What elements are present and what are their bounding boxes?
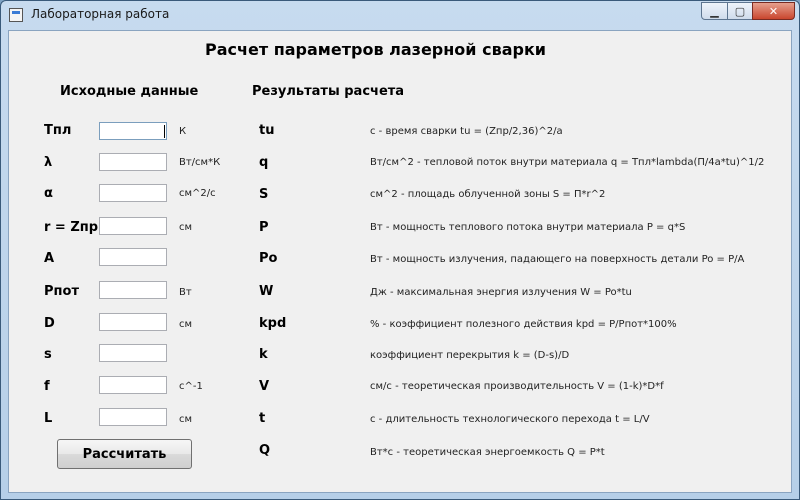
app-window: Лабораторная работа ▁ ▢ ✕ Расчет парамет… <box>0 0 800 500</box>
minimize-button[interactable]: ▁ <box>701 2 728 20</box>
result-label-k: k <box>259 347 268 362</box>
minimize-icon: ▁ <box>710 4 719 18</box>
unit-label-f: с^-1 <box>179 381 203 392</box>
result-desc-q-energy: Вт*с - теоретическая энергоемкость Q = P… <box>370 447 605 458</box>
input-label-s: s <box>44 347 52 362</box>
result-desc-po: Вт - мощность излучения, падающего на по… <box>370 254 745 265</box>
input-label-lambda: λ <box>44 155 53 170</box>
input-label-d: D <box>44 316 55 331</box>
l-input[interactable] <box>99 408 167 426</box>
lambda-input[interactable] <box>99 153 167 171</box>
result-label-v: V <box>259 379 270 394</box>
result-desc-w: Дж - максимальная энергия излучения W = … <box>370 287 632 298</box>
alpha-input[interactable] <box>99 184 167 202</box>
maximize-button[interactable]: ▢ <box>727 2 753 20</box>
close-button[interactable]: ✕ <box>752 2 795 20</box>
input-label-ppot: Pпот <box>44 284 79 299</box>
close-icon: ✕ <box>768 4 779 18</box>
result-label-tu: tu <box>259 123 275 138</box>
unit-label-ppot: Вт <box>179 287 192 298</box>
result-label-po: Po <box>259 251 278 266</box>
input-label-tpl: Тпл <box>44 123 72 138</box>
result-label-kpd: kpd <box>259 316 287 331</box>
input-label-l: L <box>44 411 53 426</box>
input-label-f: f <box>44 379 50 394</box>
app-icon <box>9 8 23 22</box>
text-caret <box>164 125 165 138</box>
result-desc-t: с - длительность технологического перехо… <box>370 414 650 425</box>
input-label-alpha: α <box>44 186 53 201</box>
page-title: Расчет параметров лазерной сварки <box>205 40 547 59</box>
input-label-a: A <box>44 251 55 266</box>
result-desc-tu: с - время сварки tu = (Zпр/2,36)^2/а <box>370 126 563 137</box>
inputs-heading: Исходные данные <box>60 84 199 99</box>
maximize-icon: ▢ <box>734 4 746 18</box>
input-label-r: r = Zпр <box>44 220 99 235</box>
result-desc-p: Вт - мощность теплового потока внутри ма… <box>370 222 686 233</box>
unit-label-l: см <box>179 414 193 425</box>
result-label-w: W <box>259 284 274 299</box>
unit-label-tpl: К <box>179 126 187 137</box>
form-client-area: Расчет параметров лазерной сварки Исходн… <box>8 30 792 493</box>
result-label-p: P <box>259 220 269 235</box>
tpl-input[interactable] <box>99 122 167 140</box>
d-input[interactable] <box>99 313 167 331</box>
result-desc-k: коэффициент перекрытия k = (D-s)/D <box>370 350 570 361</box>
unit-label-d: см <box>179 319 193 330</box>
window-title: Лабораторная работа <box>31 7 170 21</box>
result-desc-q: Вт/см^2 - тепловой поток внутри материал… <box>370 157 765 168</box>
calculate-button[interactable]: Рассчитать <box>57 439 192 469</box>
result-desc-v: см/с - теоретическая производительность … <box>370 381 664 392</box>
result-label-s: S <box>259 187 269 202</box>
result-desc-kpd: % - коэффициент полезного действия kpd =… <box>370 319 677 330</box>
result-label-q: q <box>259 155 269 170</box>
title-bar[interactable]: Лабораторная работа ▁ ▢ ✕ <box>1 1 799 29</box>
unit-label-lambda: Вт/см*К <box>179 157 221 168</box>
a-input[interactable] <box>99 248 167 266</box>
s-input[interactable] <box>99 344 167 362</box>
unit-label-alpha: см^2/с <box>179 188 216 199</box>
ppot-input[interactable] <box>99 281 167 299</box>
result-label-t: t <box>259 411 266 426</box>
result-label-q-energy: Q <box>259 443 271 458</box>
f-input[interactable] <box>99 376 167 394</box>
r-input[interactable] <box>99 217 167 235</box>
unit-label-r: см <box>179 222 193 233</box>
results-heading: Результаты расчета <box>252 84 405 99</box>
result-desc-s: см^2 - площадь облученной зоны S = П*r^2 <box>370 189 606 200</box>
